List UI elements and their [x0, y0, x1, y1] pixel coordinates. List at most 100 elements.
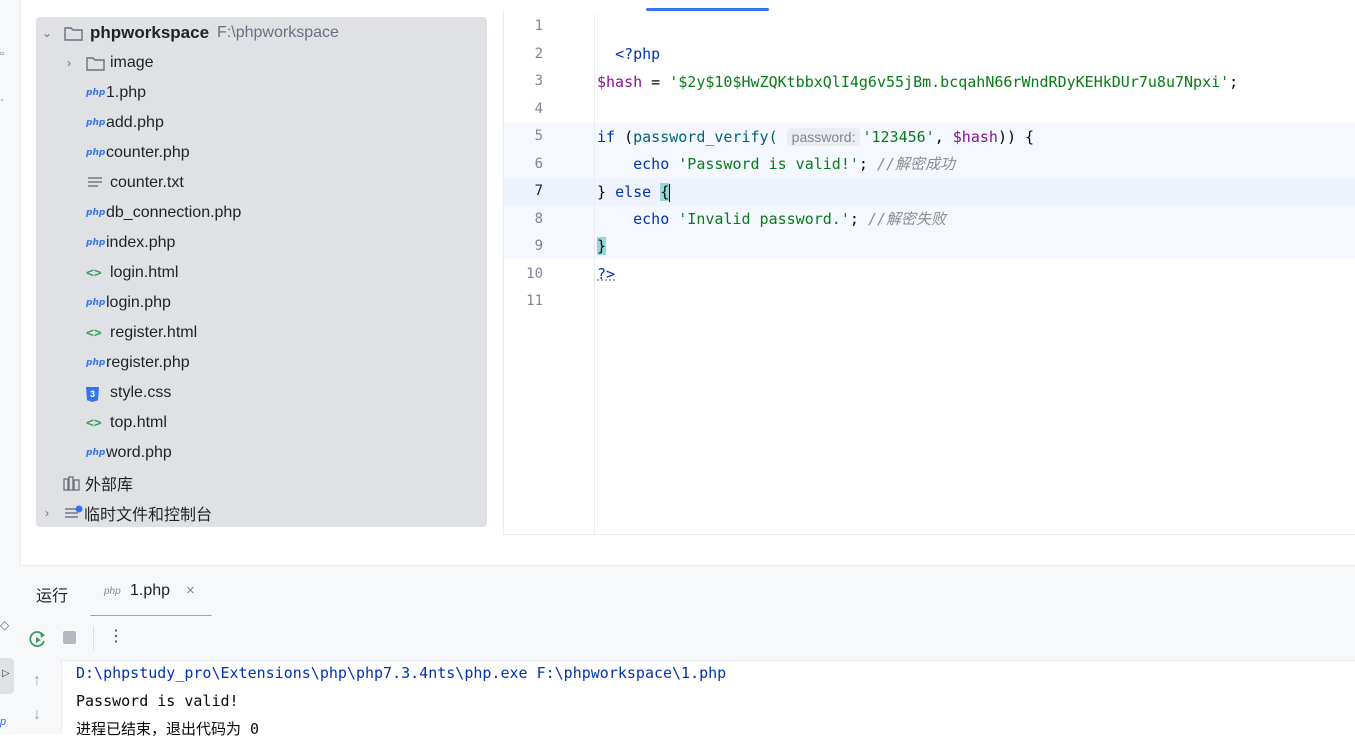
- tree-item-label: index.php: [106, 234, 176, 251]
- tree-file-row[interactable]: php db_connection.php: [86, 198, 241, 228]
- function-call: password_verify(: [633, 128, 778, 146]
- tree-file-row[interactable]: 3 style.css: [86, 378, 171, 408]
- line-number: 1: [534, 18, 543, 34]
- tree-item-label: db_connection.php: [106, 204, 242, 221]
- tree-file-row[interactable]: php login.php: [86, 288, 171, 318]
- code-line-3: $hash = '$2y$10$HwZQKtbbxQlI4g6v55jBm.bc…: [597, 69, 1238, 96]
- left-tool-strip: ▫ · ◇ ▷ p: [0, 0, 21, 734]
- php-file-icon: php: [86, 298, 106, 308]
- line-number: 5: [534, 128, 543, 144]
- open-paren: (: [615, 128, 634, 146]
- open-brace-matched: {: [660, 183, 670, 201]
- php-file-icon: php: [86, 238, 106, 248]
- services-icon[interactable]: ◇: [0, 618, 12, 632]
- tree-file-row[interactable]: php register.php: [86, 348, 190, 378]
- tree-file-row[interactable]: php word.php: [86, 438, 172, 468]
- code-line-8: echo 'Invalid password.'; //解密失败: [597, 206, 946, 233]
- tree-file-row[interactable]: <> register.html: [86, 318, 197, 348]
- code-line-9: }: [597, 233, 607, 260]
- run-tab-label: 1.php: [130, 582, 171, 599]
- tree-item-label: counter.txt: [110, 174, 184, 191]
- tree-file-row[interactable]: php 1.php: [86, 78, 146, 108]
- folder-icon: [64, 27, 83, 41]
- root-folder-name: phpworkspace: [90, 23, 210, 42]
- code-line-5: if (password_verify( password: '123456', …: [597, 124, 1034, 151]
- semicolon: ;: [1229, 73, 1239, 91]
- tree-item-label: style.css: [110, 384, 172, 401]
- scratches-icon: [65, 505, 83, 518]
- comment-success: //解密成功: [876, 155, 956, 173]
- php-open-tag: <?php: [615, 45, 661, 63]
- assign-op: =: [642, 73, 670, 91]
- line-number: 9: [534, 238, 543, 254]
- more-icon[interactable]: ·: [0, 92, 12, 106]
- tree-item-label: register.php: [106, 354, 190, 371]
- text-file-icon: [88, 177, 102, 187]
- tree-item-label: counter.php: [106, 144, 190, 161]
- tree-item-label: image: [110, 54, 154, 71]
- rerun-icon[interactable]: [28, 629, 48, 649]
- tree-item-label: login.php: [106, 294, 171, 311]
- tree-file-row[interactable]: php index.php: [86, 228, 175, 258]
- line-number: 2: [534, 45, 543, 62]
- php-close-tag: ?>: [597, 265, 616, 283]
- chevron-right-icon[interactable]: ›: [40, 506, 54, 520]
- code-line-1: <?php: [597, 14, 660, 63]
- close-paren-brace: )) {: [997, 128, 1035, 146]
- html-file-icon: <>: [86, 325, 102, 341]
- stop-icon[interactable]: [63, 631, 76, 644]
- run-tool-button[interactable]: ▷: [0, 658, 14, 694]
- php-file-icon: php: [86, 118, 106, 128]
- tree-file-row[interactable]: php add.php: [86, 108, 164, 138]
- chevron-down-icon[interactable]: ⌄: [40, 26, 54, 40]
- tree-file-row[interactable]: counter.txt: [86, 168, 184, 198]
- if-keyword: if: [597, 128, 616, 146]
- tree-item-label: 1.php: [106, 84, 147, 101]
- valid-string: 'Password is valid!': [678, 155, 859, 173]
- line-number: 7: [534, 183, 543, 199]
- tree-file-row[interactable]: <> login.html: [86, 258, 178, 288]
- scroll-down-icon[interactable]: ↓: [33, 706, 41, 724]
- console-toolbar: ⋮: [20, 616, 1355, 661]
- html-file-icon: <>: [86, 415, 102, 431]
- line-number: 11: [526, 293, 543, 309]
- chevron-right-icon[interactable]: ›: [62, 56, 76, 70]
- code-line-10: ?>: [597, 261, 615, 288]
- parameter-hint: password:: [786, 128, 861, 146]
- library-icon: [63, 476, 80, 491]
- code-line-7: } else {: [597, 179, 671, 206]
- scratches-row[interactable]: › 临时文件和控制台: [40, 498, 212, 528]
- run-tab[interactable]: php 1.php ×: [90, 572, 212, 618]
- php-tool-icon[interactable]: p: [0, 716, 12, 728]
- css-file-icon: 3: [86, 384, 110, 402]
- tree-root-row[interactable]: ⌄ phpworkspace F:\phpworkspace: [40, 18, 339, 48]
- tree-item-label: word.php: [106, 444, 172, 461]
- tree-folder-row[interactable]: › image: [62, 48, 154, 78]
- root-folder-path: F:\phpworkspace: [217, 24, 339, 41]
- run-panel-title: 运行: [36, 588, 69, 605]
- comment-failure: //解密失败: [867, 210, 946, 228]
- php-file-icon: php: [86, 448, 106, 458]
- toolbar-divider: [93, 626, 94, 650]
- tree-file-row[interactable]: <> top.html: [86, 408, 167, 438]
- structure-icon[interactable]: ▫: [0, 46, 12, 60]
- scratches-label: 临时文件和控制台: [84, 507, 213, 524]
- more-options-icon[interactable]: ⋮: [108, 626, 124, 646]
- console-command-line: D:\phpstudy_pro\Extensions\php\php7.3.4n…: [76, 664, 727, 682]
- editor-tab-indicator: [646, 8, 769, 11]
- echo-keyword: echo: [633, 155, 670, 173]
- close-tab-icon[interactable]: ×: [186, 582, 195, 599]
- line-number: 10: [526, 265, 543, 282]
- hash-string: '$2y$10$HwZQKtbbxQlI4g6v55jBm.bcqahN66rW…: [669, 73, 1230, 91]
- tree-file-row[interactable]: php counter.php: [86, 138, 190, 168]
- hash-variable: $hash: [597, 73, 643, 91]
- tree-item-label: login.html: [110, 264, 179, 281]
- console-side-toolbar: ↑ ↓: [20, 660, 62, 734]
- php-file-icon: php: [86, 208, 106, 218]
- external-libraries-row[interactable]: 外部库: [62, 468, 133, 498]
- hash-variable-ref: $hash: [952, 128, 998, 146]
- line-number: 4: [534, 100, 543, 117]
- code-line-6: echo 'Password is valid!'; //解密成功: [597, 151, 955, 178]
- close-brace: }: [597, 183, 616, 201]
- scroll-up-icon[interactable]: ↑: [33, 672, 41, 690]
